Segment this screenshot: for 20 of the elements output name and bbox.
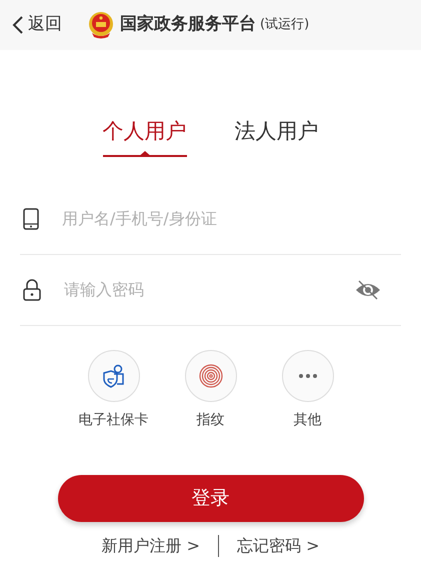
phone-icon	[23, 208, 39, 230]
login-method-button[interactable]: 指纹	[170, 350, 250, 430]
text-field[interactable]: 请输入密码	[62, 276, 355, 302]
text-link[interactable]: 忘记密码 >	[237, 534, 320, 558]
chevron-left-icon	[12, 15, 24, 35]
back-button[interactable]: 返回	[0, 12, 66, 38]
login-method-button[interactable]: 电子社保卡	[74, 350, 154, 430]
text-field[interactable]: 用户名/手机号/身份证	[60, 206, 401, 232]
padlock-icon	[23, 278, 41, 300]
user-type-tab[interactable]: 法人用户	[234, 116, 318, 158]
more-icon	[298, 372, 318, 378]
user-type-tab[interactable]: 个人用户	[102, 116, 186, 158]
login-method-button[interactable]: 其他	[268, 350, 348, 430]
shield-person-icon	[102, 364, 126, 388]
login-button[interactable]: 登录	[58, 474, 364, 522]
hidden-eye-icon	[355, 280, 381, 300]
emblem-icon	[88, 11, 114, 39]
trial-note: (试运行)	[260, 16, 310, 34]
text-link[interactable]: 新用户注册 >	[102, 534, 200, 558]
app-title: 国家政务服务平台	[120, 13, 256, 36]
